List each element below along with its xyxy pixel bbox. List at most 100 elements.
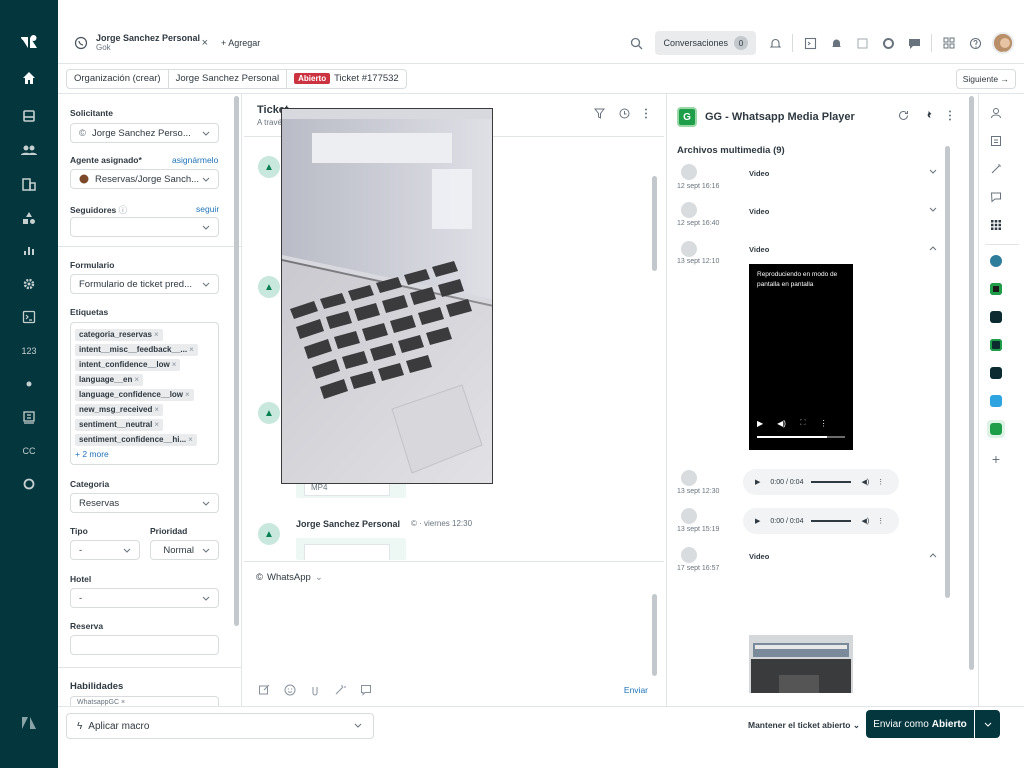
- refresh-icon[interactable]: [898, 110, 909, 121]
- avatar[interactable]: [992, 32, 1014, 54]
- tag-chip[interactable]: intent__misc__feedback__... ×: [75, 344, 198, 356]
- submit-button[interactable]: Enviar como Abierto: [866, 710, 974, 738]
- admin-icon[interactable]: [19, 274, 39, 294]
- tag-chip[interactable]: language_confidence__low ×: [75, 389, 194, 401]
- tag-chip[interactable]: language__en ×: [75, 374, 144, 386]
- close-tab-icon[interactable]: ×: [202, 37, 208, 49]
- add-app-icon[interactable]: +: [987, 450, 1005, 468]
- skills-field[interactable]: WhatsappGC ×: [70, 696, 219, 706]
- tags-field[interactable]: categoria_reservas × intent__misc__feedba…: [70, 322, 219, 465]
- scrollbar[interactable]: [969, 96, 974, 670]
- book-icon[interactable]: [851, 32, 873, 54]
- cc-icon[interactable]: CC: [19, 441, 39, 461]
- pip-video[interactable]: [281, 108, 493, 484]
- tag-chip[interactable]: sentiment__neutral ×: [75, 419, 164, 431]
- channel-select[interactable]: © WhatsApp ⌄: [256, 572, 323, 583]
- assignee-field[interactable]: Reservas/Jorge Sanch...: [70, 169, 219, 189]
- tag-chip[interactable]: intent_confidence__low ×: [75, 359, 181, 371]
- add-tab-button[interactable]: + Agregar: [221, 38, 260, 48]
- grid-icon[interactable]: [938, 32, 960, 54]
- knowledge-icon[interactable]: [987, 132, 1005, 150]
- pin-icon[interactable]: [923, 110, 934, 121]
- chevron-up-icon[interactable]: [929, 552, 937, 558]
- views-icon[interactable]: [19, 106, 39, 126]
- app-icon-3[interactable]: [987, 308, 1005, 326]
- app-icon-5[interactable]: [987, 364, 1005, 382]
- format-icon[interactable]: [258, 684, 270, 696]
- conversations-button[interactable]: Conversaciones 0: [655, 31, 756, 55]
- magic-icon[interactable]: [987, 160, 1005, 178]
- submit-options-button[interactable]: [975, 710, 1000, 738]
- keep-open-toggle[interactable]: Mantener el ticket abierto ⌄: [748, 720, 860, 731]
- category-select[interactable]: Reservas: [70, 493, 219, 513]
- app-icon-1[interactable]: [987, 252, 1005, 270]
- volume-icon[interactable]: ◀): [861, 517, 869, 525]
- audio-progress[interactable]: [811, 481, 852, 483]
- tag-chip[interactable]: new_msg_received ×: [75, 404, 164, 416]
- whatsapp-app-icon[interactable]: [987, 420, 1005, 438]
- users-icon[interactable]: [19, 140, 39, 160]
- play-icon[interactable]: ▶: [755, 517, 760, 525]
- message-icon[interactable]: [903, 32, 925, 54]
- play-icon[interactable]: ▶: [757, 419, 763, 428]
- terminal-app-icon[interactable]: [799, 32, 821, 54]
- scrollbar[interactable]: [945, 146, 950, 598]
- magic-icon[interactable]: [334, 684, 346, 696]
- audio-player[interactable]: ▶ 0:00 / 0:04 ◀) ⋮: [743, 469, 899, 495]
- chevron-down-icon[interactable]: [929, 169, 937, 175]
- numbers-icon[interactable]: 123: [19, 341, 39, 361]
- play-icon[interactable]: ▶: [755, 478, 760, 486]
- broadcast-icon[interactable]: [825, 32, 847, 54]
- zendesk-logo-icon[interactable]: [20, 34, 38, 50]
- app-icon-6[interactable]: [987, 392, 1005, 410]
- attach-icon[interactable]: [310, 684, 320, 696]
- hotel-select[interactable]: -: [70, 588, 219, 608]
- reply-icon[interactable]: [987, 188, 1005, 206]
- apply-macro-select[interactable]: ϟ Aplicar macro: [66, 713, 374, 739]
- media-label[interactable]: Video: [749, 169, 769, 178]
- chat-icon[interactable]: [19, 474, 39, 494]
- app-icon-2[interactable]: [987, 280, 1005, 298]
- breadcrumb-ticket[interactable]: Abierto Ticket #177532: [286, 68, 407, 89]
- audio-player[interactable]: ▶ 0:00 / 0:04 ◀) ⋮: [743, 508, 899, 534]
- video-progress[interactable]: [757, 436, 845, 438]
- more-icon[interactable]: [948, 110, 952, 121]
- follow-link[interactable]: seguir: [196, 204, 219, 214]
- scrollbar[interactable]: [652, 594, 657, 676]
- media-label[interactable]: Video: [749, 207, 769, 216]
- send-link[interactable]: Enviar: [624, 685, 648, 695]
- history-icon[interactable]: [619, 108, 630, 119]
- media-label[interactable]: Video: [749, 245, 769, 254]
- ticket-tab[interactable]: Jorge Sanchez Personal Gok ×: [66, 28, 214, 58]
- followers-field[interactable]: [70, 217, 219, 237]
- more-icon[interactable]: ⋮: [820, 419, 828, 428]
- more-tags-link[interactable]: + 2 more: [75, 449, 214, 459]
- objects-icon[interactable]: [19, 208, 39, 228]
- filter-icon[interactable]: [594, 108, 605, 119]
- scrollbar[interactable]: [234, 96, 239, 626]
- tag-chip[interactable]: sentiment_confidence__hi... ×: [75, 434, 197, 446]
- home-icon[interactable]: [19, 68, 39, 88]
- breadcrumb-org[interactable]: Organización (crear): [66, 68, 169, 89]
- knowledge-icon[interactable]: [19, 407, 39, 427]
- form-select[interactable]: Formulario de ticket pred...: [70, 274, 219, 294]
- video-thumbnail[interactable]: [749, 635, 853, 693]
- terminal-icon[interactable]: [19, 307, 39, 327]
- requester-field[interactable]: © Jorge Sanchez Perso...: [70, 123, 219, 143]
- reservation-input[interactable]: [70, 635, 219, 655]
- apps-grid-icon[interactable]: [987, 216, 1005, 234]
- video-player[interactable]: Reproduciendo en modo de pantalla en pan…: [749, 264, 853, 450]
- bell-icon[interactable]: [764, 32, 786, 54]
- next-button[interactable]: Siguiente →: [955, 69, 1016, 89]
- assign-me-link[interactable]: asignármelo: [172, 155, 218, 165]
- fullscreen-icon[interactable]: ⛶: [800, 418, 806, 428]
- app-icon-4[interactable]: [987, 336, 1005, 354]
- attachment-card[interactable]: [296, 538, 406, 560]
- more-icon[interactable]: ⋮: [877, 517, 884, 525]
- breadcrumb-requester[interactable]: Jorge Sanchez Personal: [167, 68, 288, 89]
- priority-select[interactable]: Normal: [150, 540, 219, 560]
- help-icon[interactable]: [964, 32, 986, 54]
- dot-icon[interactable]: [19, 374, 39, 394]
- type-select[interactable]: -: [70, 540, 140, 560]
- reports-icon[interactable]: [19, 240, 39, 260]
